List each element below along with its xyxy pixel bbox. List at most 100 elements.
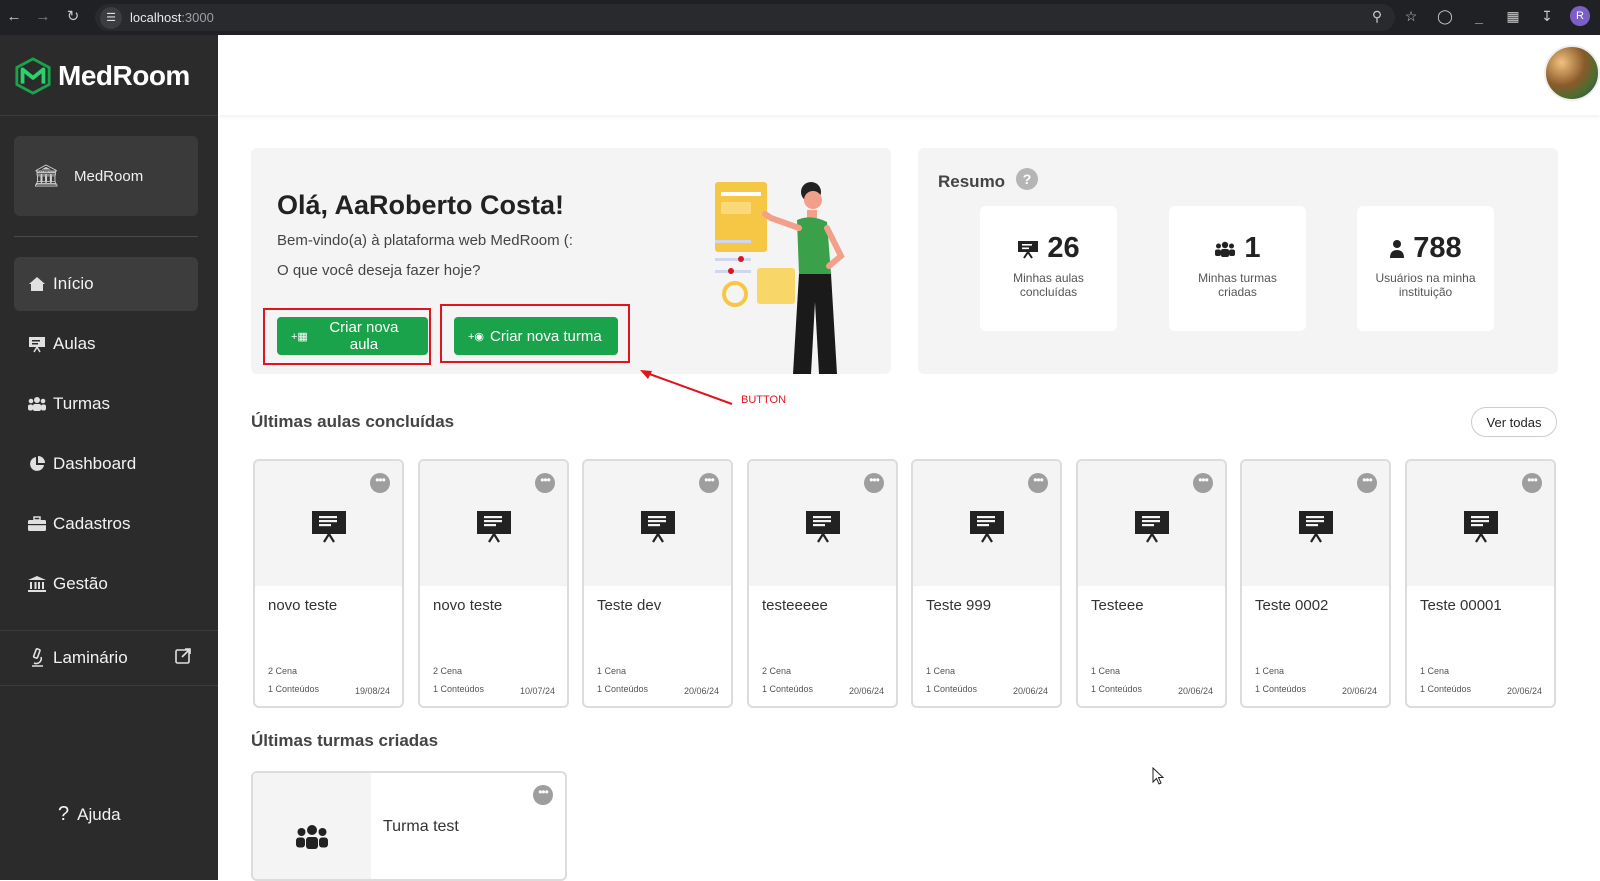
help-link[interactable]: ? Ajuda [58, 803, 121, 826]
reload-icon[interactable]: ↻ [62, 5, 84, 27]
lesson-card[interactable]: ••• Testeee 1 Cena 1 Conteúdos 20/06/24 [1076, 459, 1227, 708]
lesson-contents: 1 Conteúdos [762, 684, 814, 694]
lesson-date: 20/06/24 [848, 686, 884, 696]
presentation-icon [806, 511, 840, 543]
user-avatar[interactable] [1544, 45, 1600, 101]
lesson-scenes: 2 Cena [762, 666, 792, 676]
more-options-button[interactable]: ••• [533, 785, 553, 805]
lesson-scenes: 1 Cena [1255, 666, 1285, 676]
lesson-card[interactable]: ••• novo teste 2 Cena 1 Conteúdos 10/07/24 [418, 459, 569, 708]
summary-title: Resumo [938, 172, 1006, 191]
more-options-button[interactable]: ••• [1193, 473, 1213, 493]
lesson-contents: 1 Conteúdos [1420, 684, 1472, 694]
more-options-button[interactable]: ••• [699, 473, 719, 493]
recent-lessons-title: Últimas aulas concluídas [251, 412, 455, 431]
download-icon[interactable]: ↧ [1536, 5, 1558, 27]
sidebar-item-cadastros[interactable]: Cadastros [14, 497, 198, 551]
lesson-date: 20/06/24 [1177, 686, 1213, 696]
lesson-name: novo teste [433, 597, 503, 614]
lesson-scenes: 1 Cena [1091, 666, 1121, 676]
more-options-button[interactable]: ••• [1357, 473, 1377, 493]
back-icon[interactable]: ← [3, 5, 25, 27]
stat-value: 788 [1413, 232, 1462, 264]
home-icon [26, 275, 48, 293]
welcome-subtitle: Bem-vindo(a) à plataforma web MedRoom (: [277, 232, 573, 249]
teacher-illustration [715, 182, 845, 374]
sidebar-item-laminario[interactable]: Laminário [14, 631, 198, 685]
see-all-button[interactable]: Ver todas [1471, 407, 1557, 437]
lesson-card[interactable]: ••• testeeeee 2 Cena 1 Conteúdos 20/06/24 [747, 459, 898, 708]
lesson-card[interactable]: ••• Teste 00001 1 Cena 1 Conteúdos 20/06/24 [1405, 459, 1556, 708]
lesson-date: 20/06/24 [683, 686, 719, 696]
key-icon[interactable]: ⚲ [1366, 5, 1388, 27]
add-users-icon: +◉ [468, 330, 485, 343]
lesson-card[interactable]: ••• Teste 0002 1 Cena 1 Conteúdos 20/06/24 [1240, 459, 1391, 708]
more-options-button[interactable]: ••• [370, 473, 390, 493]
profile-avatar[interactable]: R [1570, 6, 1590, 26]
class-card[interactable]: ••• Turma test [251, 771, 567, 881]
sidebar-item-aulas[interactable]: Aulas [14, 317, 198, 371]
site-info-icon[interactable]: ☰ [100, 6, 122, 29]
sidebar-item-dashboard[interactable]: Dashboard [14, 437, 198, 491]
add-presentation-icon: +▦ [291, 330, 308, 343]
sidebar-item-label: Aulas [53, 334, 96, 353]
create-lesson-label: Criar nova aula [329, 319, 399, 353]
lesson-card[interactable]: ••• Teste 999 1 Cena 1 Conteúdos 20/06/24 [911, 459, 1062, 708]
presentation-icon [1135, 511, 1169, 543]
star-icon[interactable]: ☆ [1400, 5, 1422, 27]
institution-selector[interactable]: 🏛 MedRoom [14, 136, 198, 216]
create-class-button[interactable]: +◉ Criar nova turma [454, 317, 618, 355]
presentation-icon [970, 511, 1004, 543]
sidebar-item-label: Cadastros [53, 514, 131, 533]
stat-label: Usuários na minha instituição [1375, 271, 1476, 299]
sidebar-item-turmas[interactable]: Turmas [14, 377, 198, 431]
lesson-contents: 1 Conteúdos [268, 684, 320, 694]
lesson-scenes: 2 Cena [433, 666, 463, 676]
lesson-date: 20/06/24 [1012, 686, 1048, 696]
sidebar-item-label: Turmas [53, 394, 110, 413]
extension-line-icon[interactable]: _ [1468, 5, 1490, 27]
create-class-label: Criar nova turma [490, 327, 602, 345]
users-icon [1215, 241, 1236, 257]
welcome-card: Olá, AaRoberto Costa! Bem-vindo(a) à pla… [251, 148, 891, 374]
presentation-icon [312, 511, 346, 543]
more-options-button[interactable]: ••• [535, 473, 555, 493]
sidebar-item-gestao[interactable]: Gestão [14, 557, 198, 611]
lesson-contents: 1 Conteúdos [597, 684, 649, 694]
presentation-icon [26, 335, 48, 353]
more-options-button[interactable]: ••• [1522, 473, 1542, 493]
lesson-date: 10/07/24 [519, 686, 555, 696]
stat-label: Minhas aulas concluídas [1013, 271, 1084, 299]
stat-value: 1 [1244, 232, 1261, 264]
extensions-icon[interactable]: ▦ [1502, 5, 1524, 27]
bank-icon: 🏛 [32, 163, 60, 188]
recent-classes-title: Últimas turmas criadas [251, 731, 439, 750]
brand-name: MedRoom [58, 60, 190, 91]
help-label: Ajuda [77, 804, 121, 824]
question-icon: ? [58, 803, 70, 825]
annotation-label: BUTTON [741, 394, 787, 406]
external-link-icon[interactable] [174, 647, 192, 665]
lesson-contents: 1 Conteúdos [1091, 684, 1143, 694]
more-options-button[interactable]: ••• [1028, 473, 1048, 493]
forward-icon[interactable]: → [32, 5, 54, 27]
lesson-name: Teste 999 [926, 597, 992, 614]
lightbulb-icon[interactable]: ◯ [1434, 5, 1456, 27]
users-icon [26, 395, 48, 413]
brand[interactable]: MedRoom [14, 57, 190, 95]
lesson-name: Teste 00001 [1420, 597, 1502, 614]
lesson-name: Teste 0002 [1255, 597, 1329, 614]
sidebar-divider [14, 236, 198, 237]
create-lesson-button[interactable]: +▦ Criar nova aula [277, 317, 428, 355]
address-bar[interactable]: ☰ localhost:3000 [95, 4, 1395, 31]
help-icon[interactable]: ? [1016, 168, 1038, 190]
lesson-date: 19/08/24 [354, 686, 390, 696]
sidebar-item-inicio[interactable]: Início [14, 257, 198, 311]
microscope-icon [26, 648, 48, 668]
more-options-button[interactable]: ••• [864, 473, 884, 493]
lesson-card[interactable]: ••• Teste dev 1 Cena 1 Conteúdos 20/06/24 [582, 459, 733, 708]
sidebar-divider [0, 115, 218, 116]
lesson-card[interactable]: ••• novo teste 2 Cena 1 Conteúdos 19/08/24 [253, 459, 404, 708]
class-name: Turma test [383, 818, 459, 835]
stat-users: 788 Usuários na minha instituição [1357, 206, 1494, 331]
